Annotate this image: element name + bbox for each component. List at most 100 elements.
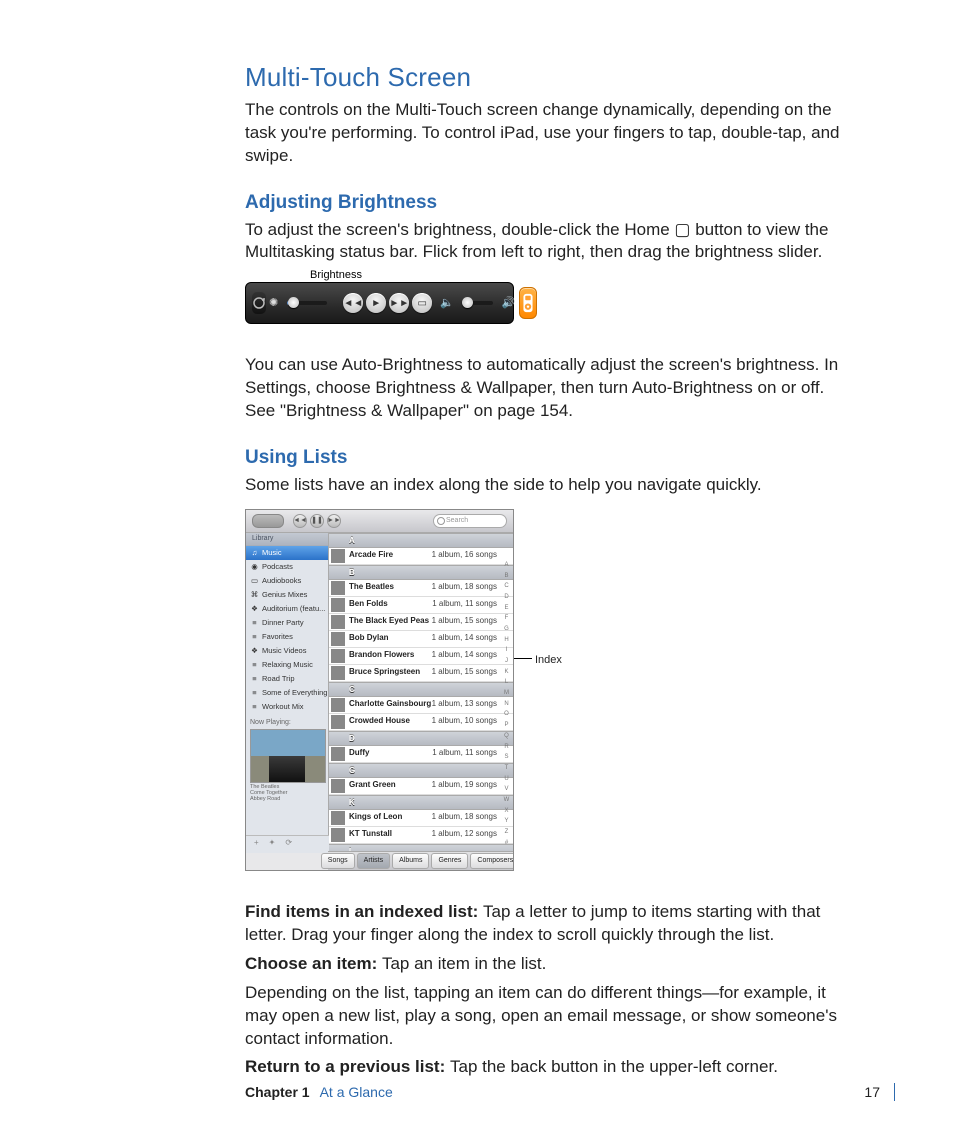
index-letter[interactable]: Q [502, 732, 511, 740]
sidebar-item-icon: ◉ [250, 562, 259, 571]
index-letter[interactable]: G [502, 625, 511, 633]
volume-slider[interactable] [463, 301, 493, 305]
index-letter[interactable]: S [502, 753, 511, 761]
index-letter[interactable]: V [502, 785, 511, 793]
alphabet-index[interactable]: ABCDEFGHIJKLMNOPQRSTUVWXYZ # [502, 561, 511, 847]
sidebar-item-icon: ❖ [250, 646, 259, 655]
artist-row[interactable]: Grant Green1 album, 19 songs [329, 778, 513, 795]
view-tab[interactable]: Artists [357, 853, 390, 868]
sidebar-item[interactable]: ⌘Genius Mixes [246, 588, 328, 602]
view-tab[interactable]: Composers [470, 853, 514, 868]
prev-button[interactable]: ◄◄ [343, 293, 363, 313]
index-letter[interactable]: L [502, 678, 511, 686]
artist-row[interactable]: Bob Dylan1 album, 14 songs [329, 631, 513, 648]
artist-name: KT Tunstall [349, 829, 392, 840]
section-heading: Multi-Touch Screen [245, 60, 855, 95]
artist-name: Duffy [349, 748, 369, 759]
artist-meta: 1 album, 14 songs [432, 650, 497, 661]
refresh-button[interactable]: ⟳ [285, 838, 292, 849]
sidebar-item-icon: ≡ [250, 674, 259, 683]
artist-row[interactable]: The Beatles1 album, 18 songs [329, 580, 513, 597]
index-letter[interactable]: Z [502, 828, 511, 836]
genius-button[interactable]: ✦ [269, 838, 276, 849]
toolbar-next-button[interactable]: ►► [327, 514, 341, 528]
index-letter[interactable]: T [502, 764, 511, 772]
airplay-button[interactable]: ▭ [412, 293, 432, 313]
artist-row[interactable]: Arcade Fire1 album, 16 songs [329, 548, 513, 565]
index-letter[interactable]: E [502, 604, 511, 612]
sidebar-item-icon: ▭ [250, 576, 259, 585]
now-playing-cover[interactable] [250, 729, 326, 783]
choose-item-text: Tap an item in the list. [382, 954, 546, 973]
subheading-brightness: Adjusting Brightness [245, 190, 855, 216]
index-letter[interactable]: F [502, 614, 511, 622]
sidebar-item[interactable]: ≡Relaxing Music [246, 658, 328, 672]
index-letter[interactable]: D [502, 593, 511, 601]
sidebar-item-label: Relaxing Music [262, 660, 313, 670]
artist-row[interactable]: The Black Eyed Peas1 album, 15 songs [329, 614, 513, 631]
toolbar-pause-button[interactable]: ❚❚ [310, 514, 324, 528]
artist-row[interactable]: Kings of Leon1 album, 18 songs [329, 810, 513, 827]
play-button[interactable]: ► [366, 293, 386, 313]
artist-meta: 1 album, 11 songs [432, 599, 497, 610]
index-letter[interactable]: K [502, 668, 511, 676]
footer-chapter: Chapter 1 [245, 1083, 310, 1102]
rotation-lock-button[interactable] [252, 292, 266, 314]
artist-row[interactable]: KT Tunstall1 album, 12 songs [329, 827, 513, 844]
artist-name: Kings of Leon [349, 812, 402, 823]
brightness-slider[interactable] [287, 301, 327, 305]
index-letter[interactable]: H [502, 636, 511, 644]
index-letter[interactable]: # [502, 839, 511, 847]
index-letter[interactable]: J [502, 657, 511, 665]
artist-row[interactable]: Bruce Springsteen1 album, 15 songs [329, 665, 513, 682]
sidebar-item[interactable]: ≡Road Trip [246, 672, 328, 686]
index-letter[interactable]: N [502, 700, 511, 708]
subheading-lists: Using Lists [245, 445, 855, 471]
artist-row[interactable]: Ben Folds 1 album, 11 songs [329, 597, 513, 614]
choose-item-para: Choose an item: Tap an item in the list. [245, 953, 855, 976]
view-tab[interactable]: Genres [431, 853, 468, 868]
album-art-icon [331, 747, 345, 761]
artist-row[interactable]: Duffy1 album, 11 songs [329, 746, 513, 763]
sidebar-item[interactable]: ≡Workout Mix [246, 700, 328, 714]
sidebar-item[interactable]: ≡Some of Everything [246, 686, 328, 700]
index-letter[interactable]: B [502, 572, 511, 580]
artist-row[interactable]: Crowded House1 album, 10 songs [329, 714, 513, 731]
sidebar-item[interactable]: ❖Music Videos [246, 644, 328, 658]
index-letter[interactable]: I [502, 646, 511, 654]
sidebar-item-icon: ≡ [250, 688, 259, 697]
index-letter[interactable]: A [502, 561, 511, 569]
index-letter[interactable]: U [502, 775, 511, 783]
search-input[interactable]: Search [433, 514, 507, 528]
index-letter[interactable]: C [502, 582, 511, 590]
index-letter[interactable]: M [502, 689, 511, 697]
volume-pill[interactable] [252, 514, 284, 528]
artist-name: Ben Folds [349, 599, 388, 610]
index-letter[interactable]: P [502, 721, 511, 729]
sidebar-item[interactable]: ◉Podcasts [246, 560, 328, 574]
music-app-icon[interactable] [519, 287, 537, 319]
artist-row[interactable]: Brandon Flowers1 album, 14 songs [329, 648, 513, 665]
index-letter[interactable]: W [502, 796, 511, 804]
index-letter[interactable]: O [502, 710, 511, 718]
view-tab[interactable]: Songs [321, 853, 355, 868]
album-art-icon [331, 698, 345, 712]
sidebar-item[interactable]: ❖Auditorium (featu... [246, 602, 328, 616]
sidebar-item[interactable]: ♫Music [246, 546, 328, 560]
index-letter[interactable]: Y [502, 817, 511, 825]
next-button[interactable]: ►► [389, 293, 409, 313]
find-items-para: Find items in an indexed list: Tap a let… [245, 901, 855, 947]
sidebar-item[interactable]: ▭Audiobooks [246, 574, 328, 588]
index-letter[interactable]: R [502, 743, 511, 751]
add-button[interactable]: + [254, 838, 259, 849]
artist-row[interactable]: Charlotte Gainsbourg1 album, 13 songs [329, 697, 513, 714]
album-art-icon [331, 811, 345, 825]
sidebar-item[interactable]: ≡Dinner Party [246, 616, 328, 630]
sidebar-item[interactable]: ≡Favorites [246, 630, 328, 644]
album-art-icon [331, 828, 345, 842]
view-tab[interactable]: Albums [392, 853, 429, 868]
return-label: Return to a previous list: [245, 1057, 450, 1076]
index-letter[interactable]: X [502, 807, 511, 815]
toolbar-prev-button[interactable]: ◄◄ [293, 514, 307, 528]
album-art-icon [331, 581, 345, 595]
